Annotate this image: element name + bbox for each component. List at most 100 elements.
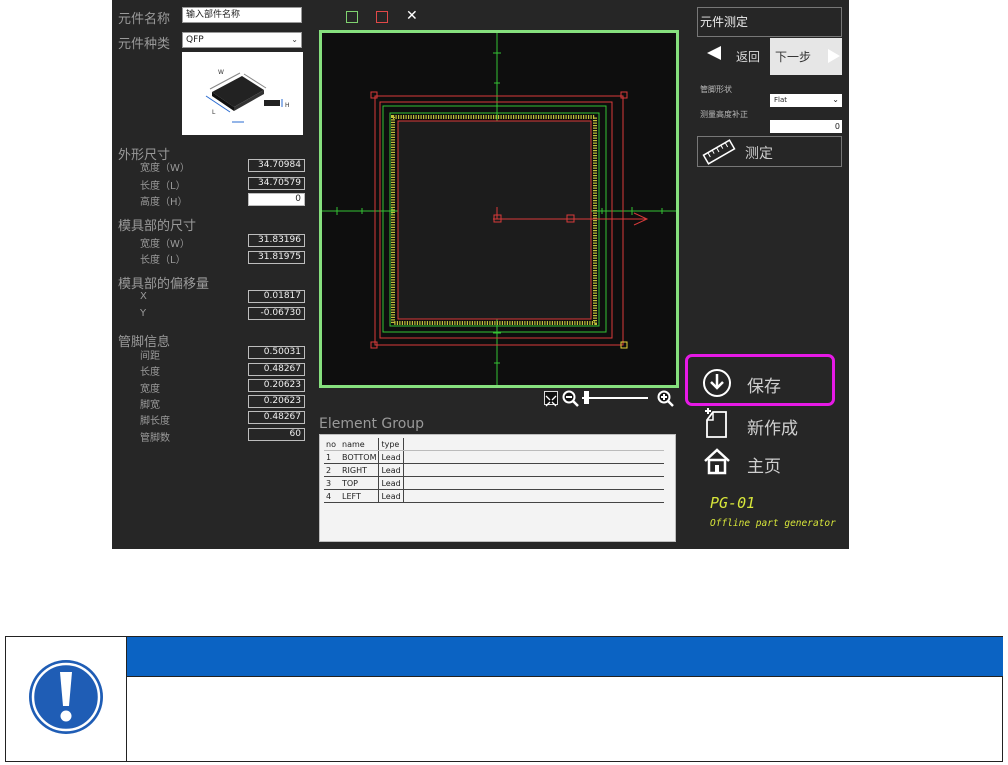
lead-length-label: 长度 bbox=[140, 367, 160, 378]
row-type: Lead bbox=[378, 476, 405, 490]
zoom-out-icon[interactable] bbox=[562, 390, 580, 408]
table-row[interactable]: 3 TOP Lead bbox=[324, 476, 664, 490]
lead-foot-width-label: 脚宽 bbox=[140, 400, 160, 411]
new-button[interactable]: 新作成 bbox=[702, 406, 849, 442]
lead-pitch-value: 0.50031 bbox=[248, 346, 305, 359]
column-header-name: name bbox=[340, 438, 380, 451]
save-highlight-frame bbox=[685, 354, 835, 406]
row-type: Lead bbox=[378, 463, 405, 477]
offset-x-label: X bbox=[140, 291, 147, 302]
part-preview-image: W L H bbox=[182, 52, 303, 135]
outline-length-label: 长度（L） bbox=[140, 181, 186, 192]
row-no: 2 bbox=[324, 463, 340, 477]
camera-viewport[interactable] bbox=[319, 30, 679, 388]
lead-shape-value: Flat bbox=[774, 96, 788, 104]
home-button-label: 主页 bbox=[747, 457, 781, 477]
home-icon bbox=[704, 448, 730, 475]
outline-width-label: 宽度（W） bbox=[140, 163, 190, 174]
table-row[interactable]: 4 LEFT Lead bbox=[324, 489, 664, 503]
mold-width-value: 31.83196 bbox=[248, 234, 305, 247]
offset-section-title: 模具部的偏移量 bbox=[118, 277, 210, 292]
table-row[interactable]: 2 RIGHT Lead bbox=[324, 463, 664, 477]
outline-height-input[interactable]: 0 bbox=[248, 193, 305, 206]
table-header-row: no name type bbox=[324, 438, 664, 451]
product-title: PG-01 bbox=[710, 494, 756, 512]
lead-foot-length-value: 0.48267 bbox=[248, 411, 305, 424]
chevron-down-icon: ⌄ bbox=[832, 95, 839, 104]
back-button[interactable]: 返回 bbox=[736, 48, 760, 65]
zoom-slider[interactable] bbox=[582, 397, 648, 399]
green-frame-tool-button[interactable] bbox=[346, 11, 358, 23]
lead-width-label: 宽度 bbox=[140, 384, 160, 395]
notice-box bbox=[5, 636, 1003, 762]
next-button[interactable]: 下一步 bbox=[770, 38, 842, 75]
outline-width-value: 34.70984 bbox=[248, 159, 305, 172]
measure-button-label: 测定 bbox=[745, 146, 773, 162]
back-arrow-icon[interactable] bbox=[707, 46, 721, 60]
height-correction-input[interactable]: 0 bbox=[770, 120, 842, 133]
chevron-down-icon: ⌄ bbox=[291, 35, 298, 44]
ruler-icon bbox=[702, 139, 736, 165]
lead-foot-width-value: 0.20623 bbox=[248, 395, 305, 408]
offset-y-label: Y bbox=[140, 308, 147, 319]
lead-length-value: 0.48267 bbox=[248, 363, 305, 376]
offset-y-value: -0.06730 bbox=[248, 307, 305, 320]
outline-height-label: 高度（H） bbox=[140, 197, 188, 208]
element-group-table[interactable]: no name type 1 BOTTOM Lead 2 RIGHT Lead … bbox=[319, 434, 676, 542]
chip-l-label: L bbox=[212, 109, 216, 116]
measurement-overlay bbox=[322, 33, 676, 385]
fit-view-icon[interactable] bbox=[544, 391, 558, 407]
mold-width-label: 宽度（W） bbox=[140, 239, 190, 250]
lead-foot-length-label: 脚长度 bbox=[140, 416, 170, 427]
zoom-in-icon[interactable] bbox=[657, 390, 675, 408]
row-name: BOTTOM bbox=[340, 450, 380, 464]
part-type-label: 元件种类 bbox=[118, 37, 171, 52]
column-header-type: type bbox=[378, 438, 405, 451]
measure-button[interactable]: 测定 bbox=[697, 136, 842, 167]
mold-section-title: 模具部的尺寸 bbox=[118, 219, 197, 234]
lead-width-value: 0.20623 bbox=[248, 379, 305, 392]
app-window: 元件名称 输入部件名称 元件种类 QFP ⌄ W L H 外形尺寸 宽度（W） … bbox=[112, 0, 849, 549]
next-button-label: 下一步 bbox=[775, 50, 812, 64]
new-button-label: 新作成 bbox=[747, 419, 798, 439]
notice-icon-cell bbox=[6, 637, 127, 761]
mold-length-label: 长度（L） bbox=[140, 255, 186, 266]
row-no: 1 bbox=[324, 450, 340, 464]
qfp-chip-icon: W L H bbox=[205, 69, 290, 123]
offset-x-value: 0.01817 bbox=[248, 290, 305, 303]
lead-count-value: 60 bbox=[248, 428, 305, 441]
part-type-select[interactable]: QFP ⌄ bbox=[182, 32, 302, 48]
home-button[interactable]: 主页 bbox=[702, 446, 849, 482]
lead-count-label: 管脚数 bbox=[140, 433, 170, 444]
new-document-icon bbox=[705, 408, 727, 438]
column-header-no: no bbox=[324, 438, 340, 451]
product-subtitle: Offline part generator bbox=[710, 518, 836, 529]
table-row[interactable]: 1 BOTTOM Lead bbox=[324, 450, 664, 464]
part-name-label: 元件名称 bbox=[118, 12, 171, 27]
element-group-title: Element Group bbox=[319, 416, 425, 432]
part-type-value: QFP bbox=[186, 35, 204, 45]
row-no: 3 bbox=[324, 476, 340, 490]
lead-shape-label: 管脚形状 bbox=[700, 85, 732, 94]
row-name: TOP bbox=[340, 476, 380, 490]
row-name: LEFT bbox=[340, 489, 380, 503]
next-arrow-icon bbox=[828, 49, 840, 63]
part-name-input[interactable]: 输入部件名称 bbox=[182, 7, 302, 23]
measure-part-button[interactable]: 元件测定 bbox=[697, 7, 842, 37]
lead-pitch-label: 间距 bbox=[140, 351, 160, 362]
close-icon[interactable]: ✕ bbox=[406, 8, 418, 24]
row-type: Lead bbox=[378, 489, 405, 503]
mold-length-value: 31.81975 bbox=[248, 251, 305, 264]
chip-h-label: H bbox=[285, 102, 290, 109]
row-name: RIGHT bbox=[340, 463, 380, 477]
exclamation-icon bbox=[29, 660, 103, 734]
lead-shape-select[interactable]: Flat ⌄ bbox=[770, 94, 842, 107]
notice-body bbox=[127, 678, 1003, 761]
outline-length-value: 34.70579 bbox=[248, 177, 305, 190]
height-correction-label: 测量高度补正 bbox=[700, 110, 748, 119]
chip-w-label: W bbox=[218, 69, 224, 76]
red-frame-tool-button[interactable] bbox=[376, 11, 388, 23]
zoom-slider-thumb[interactable] bbox=[584, 391, 589, 404]
row-type: Lead bbox=[378, 450, 405, 464]
row-no: 4 bbox=[324, 489, 340, 503]
